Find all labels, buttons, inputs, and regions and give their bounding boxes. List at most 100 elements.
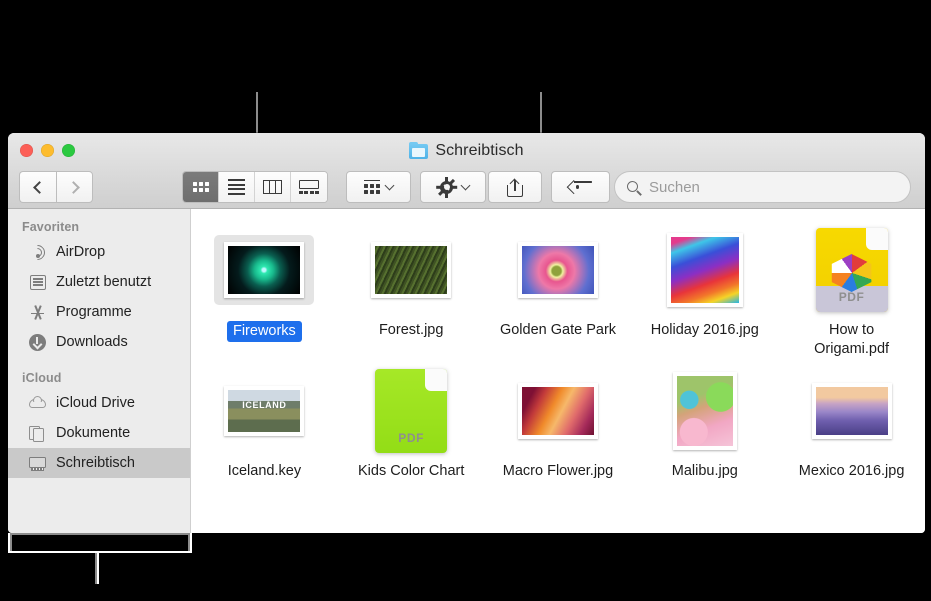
chevron-down-icon [384, 180, 395, 191]
gallery-view-button[interactable] [291, 172, 327, 202]
file-item[interactable]: PDF How to Origami.pdf [778, 218, 925, 359]
applications-icon [28, 303, 47, 322]
finder-window: Schreibtisch Suchen Favoriten AirDrop Zu… [8, 133, 925, 533]
pdf-badge: PDF [838, 290, 865, 304]
file-thumbnail [338, 226, 485, 314]
file-item[interactable]: Macro Flower.jpg [485, 359, 632, 481]
sidebar-heading-icloud: iCloud [22, 371, 62, 385]
sidebar-item-schreibtisch[interactable]: Schreibtisch [8, 448, 190, 478]
file-thumbnail: ICELAND [191, 367, 338, 455]
columns-icon [263, 180, 282, 194]
image-thumbnail [224, 242, 305, 298]
sidebar: Favoriten AirDrop Zuletzt benutzt Progra… [8, 209, 191, 533]
gear-icon [436, 176, 458, 198]
file-thumbnail [485, 226, 632, 314]
image-thumbnail: ICELAND [224, 386, 305, 436]
file-label[interactable]: Kids Color Chart [358, 462, 464, 481]
image-thumbnail [517, 383, 598, 439]
back-button[interactable] [19, 171, 56, 203]
list-view-button[interactable] [219, 172, 255, 202]
sidebar-item-dokumente[interactable]: Dokumente [8, 418, 190, 448]
image-thumbnail [666, 233, 743, 307]
chevron-right-icon [66, 180, 80, 194]
file-item[interactable]: Holiday 2016.jpg [631, 218, 778, 359]
file-label[interactable]: Iceland.key [228, 462, 301, 481]
file-label[interactable]: Golden Gate Park [500, 321, 616, 340]
page-title: Schreibtisch [435, 142, 524, 159]
file-thumbnail [631, 226, 778, 314]
sidebar-item-label: Schreibtisch [56, 455, 135, 471]
sidebar-item-icloud-drive[interactable]: iCloud Drive [8, 388, 190, 418]
sidebar-item-label: Zuletzt benutzt [56, 274, 152, 290]
toolbar: Suchen [8, 169, 925, 203]
arrange-button[interactable] [346, 171, 411, 203]
callout-highlight [10, 551, 190, 553]
sidebar-item-downloads[interactable]: Downloads [8, 327, 190, 357]
file-grid: Fireworks Forest.jpg Golden Gate Park Ho… [191, 218, 925, 481]
file-label[interactable]: Macro Flower.jpg [503, 462, 613, 481]
minimize-button[interactable] [41, 144, 54, 157]
file-label[interactable]: How to Origami.pdf [792, 321, 912, 359]
file-label[interactable]: Mexico 2016.jpg [799, 462, 905, 481]
share-button[interactable] [488, 171, 542, 203]
tag-icon [566, 180, 592, 194]
file-thumbnail [631, 367, 778, 455]
sidebar-item-label: Programme [56, 304, 132, 320]
airdrop-icon [26, 241, 49, 263]
file-item[interactable]: Fireworks [191, 218, 338, 359]
folder-icon [409, 141, 429, 159]
grid-icon [192, 182, 209, 192]
search-field[interactable]: Suchen [614, 171, 911, 203]
file-thumbnail: PDF [778, 226, 925, 314]
action-menu-button[interactable] [420, 171, 486, 203]
sidebar-item-zuletzt-benutzt[interactable]: Zuletzt benutzt [8, 267, 190, 297]
sidebar-heading-favoriten: Favoriten [22, 220, 80, 234]
callout-bracket [10, 533, 190, 535]
traffic-lights [20, 144, 75, 157]
file-item[interactable]: Forest.jpg [338, 218, 485, 359]
search-input-placeholder[interactable]: Suchen [649, 179, 700, 196]
icon-view-button[interactable] [183, 172, 219, 202]
navigation-buttons [19, 171, 93, 203]
sidebar-item-programme[interactable]: Programme [8, 297, 190, 327]
file-item[interactable]: Malibu.jpg [631, 359, 778, 481]
file-label[interactable]: Forest.jpg [379, 321, 443, 340]
zoom-button[interactable] [62, 144, 75, 157]
file-item[interactable]: Golden Gate Park [485, 218, 632, 359]
pdf-document-icon: PDF [815, 228, 888, 312]
selection-highlight [214, 235, 315, 305]
file-thumbnail: PDF [338, 367, 485, 455]
file-item[interactable]: Mexico 2016.jpg [778, 359, 925, 481]
column-view-button[interactable] [255, 172, 291, 202]
file-label[interactable]: Fireworks [226, 321, 302, 342]
icloud-icon [28, 394, 47, 413]
file-label[interactable]: Malibu.jpg [672, 462, 738, 481]
callout-stem-highlight [97, 551, 99, 584]
chevron-left-icon [33, 180, 46, 194]
image-thumbnail [811, 383, 892, 439]
file-label[interactable]: Holiday 2016.jpg [651, 321, 759, 340]
search-icon [627, 180, 642, 196]
gallery-icon [299, 180, 319, 194]
pdf-badge: PDF [398, 431, 425, 445]
image-thumbnail [517, 242, 598, 298]
downloads-icon [28, 333, 47, 352]
sidebar-item-label: Dokumente [56, 425, 131, 441]
close-button[interactable] [20, 144, 33, 157]
callout-highlight-right [190, 533, 192, 553]
file-item[interactable]: PDF Kids Color Chart [338, 359, 485, 481]
file-item[interactable]: ICELAND Iceland.key [191, 359, 338, 481]
sidebar-item-label: Downloads [56, 334, 128, 350]
forward-button[interactable] [56, 171, 93, 203]
share-icon [507, 178, 523, 197]
window-body: Favoriten AirDrop Zuletzt benutzt Progra… [8, 209, 925, 533]
window-titlebar[interactable]: Schreibtisch Suchen [8, 133, 925, 209]
file-thumbnail [778, 367, 925, 455]
list-icon [228, 179, 245, 195]
tags-button[interactable] [551, 171, 610, 203]
recents-icon [28, 273, 47, 292]
file-thumbnail [485, 367, 632, 455]
window-title-group: Schreibtisch [8, 141, 925, 160]
file-grid-area[interactable]: Fireworks Forest.jpg Golden Gate Park Ho… [191, 209, 925, 533]
sidebar-item-airdrop[interactable]: AirDrop [8, 237, 190, 267]
